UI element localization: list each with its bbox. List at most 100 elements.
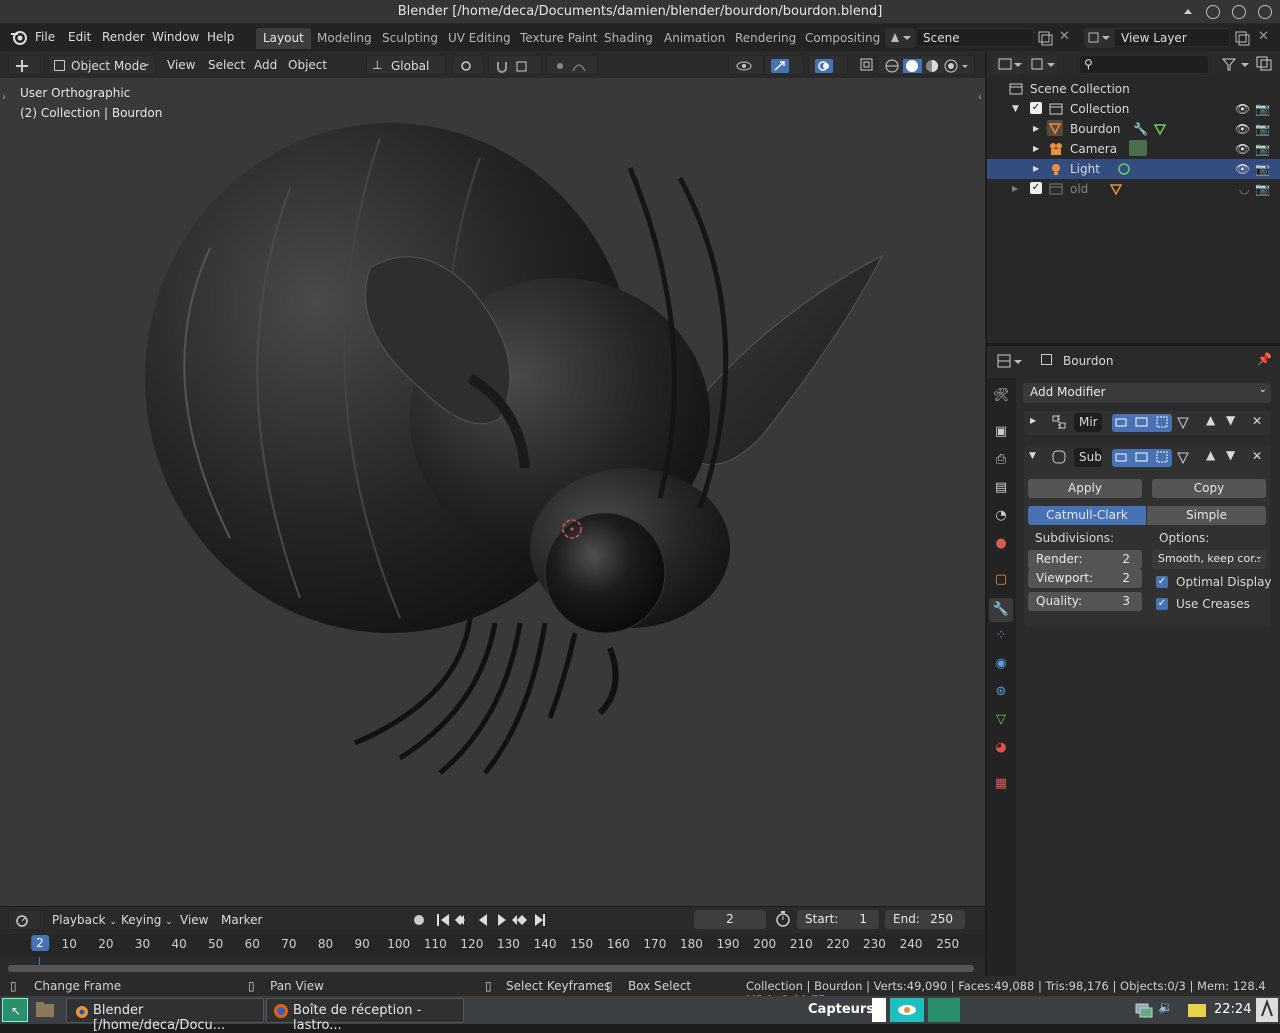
output-tab-icon[interactable]: ⎙ (993, 452, 1009, 468)
modifier-tab-icon[interactable]: 🔧 (989, 598, 1013, 622)
menu-render[interactable]: Render (102, 30, 145, 44)
task-blender[interactable]: Blender [/home/deca/Docu... (66, 998, 264, 1033)
network-icon[interactable] (1134, 1000, 1154, 1020)
menu-marker[interactable]: Marker (215, 910, 268, 930)
render-levels-field[interactable]: Render: 2 (1028, 550, 1142, 569)
new-view-layer-icon[interactable] (1234, 30, 1250, 49)
disclosure-open-icon[interactable]: ▼ (1012, 104, 1019, 114)
disclosure-closed-icon[interactable]: ▶ (1033, 144, 1039, 153)
close-button[interactable] (1258, 5, 1272, 19)
quality-field[interactable]: Quality: 3 (1028, 592, 1142, 611)
use-creases-checkbox[interactable]: ✓ (1156, 598, 1168, 610)
new-collection-icon[interactable] (1255, 55, 1273, 74)
constraints-tab-icon[interactable]: ⊛ (993, 684, 1009, 700)
capteurs-label[interactable]: Capteurs (808, 1002, 874, 1017)
record-icon[interactable] (409, 910, 429, 930)
start-frame-field[interactable]: Start: 1 (797, 910, 879, 929)
disclosure-closed-icon[interactable]: ▶ (1033, 124, 1039, 133)
view-layer-browse-icon[interactable] (1084, 28, 1114, 48)
menu-playback[interactable]: Playback ⌄ (46, 910, 123, 930)
outliner-row-scene-collection[interactable]: Scene Collection (987, 79, 1280, 99)
stopwatch-icon[interactable] (774, 910, 792, 931)
menu-view[interactable]: View (161, 55, 201, 75)
mesh-data-icon[interactable] (1153, 122, 1167, 139)
gizmo-toggle-icon[interactable] (764, 55, 804, 75)
move-down-icon[interactable]: ▼ (1226, 448, 1235, 462)
outliner-editor-type-icon[interactable] (994, 55, 1024, 74)
bumblebee-model[interactable] (0, 78, 985, 906)
restore-button[interactable] (1232, 5, 1246, 19)
copy-button[interactable]: Copy (1152, 479, 1266, 498)
overlays-toggle-icon[interactable] (808, 55, 848, 75)
tab-layout[interactable]: Layout (256, 28, 311, 49)
camera-render-icon[interactable]: 📷 (1255, 122, 1270, 136)
tab-animation[interactable]: Animation (657, 28, 732, 49)
mode-selector[interactable]: Object Mode ⌄ (48, 55, 156, 75)
properties-editor-type-icon[interactable] (994, 352, 1024, 371)
modifier-name-field[interactable]: Mir (1074, 413, 1102, 432)
transform-orientation[interactable]: ⊥ Global (366, 55, 446, 75)
world-tab-icon[interactable]: ● (993, 536, 1009, 552)
menu-add[interactable]: Add (248, 55, 283, 75)
collapse-modifier-icon[interactable]: ▼ (1029, 451, 1036, 461)
tool-tab-icon[interactable]: 🛠 (993, 388, 1010, 404)
menu-object[interactable]: Object (282, 55, 333, 75)
menu-select[interactable]: Select (202, 55, 251, 75)
notes-icon[interactable] (1186, 1000, 1208, 1020)
start-menu-button[interactable]: ↖ (2, 998, 28, 1022)
outliner-row-old[interactable]: ▶ ✓ old ◡ 📷 (987, 179, 1280, 199)
modifier-name-field[interactable]: Sub (1074, 448, 1102, 467)
menu-keying[interactable]: Keying ⌄ (115, 910, 179, 930)
timeline-editor-type-icon[interactable] (8, 910, 41, 930)
view-layer-field[interactable]: View Layer (1114, 28, 1230, 47)
menu-file[interactable]: File (35, 30, 55, 44)
tab-uv-editing[interactable]: UV Editing (441, 28, 518, 49)
scene-browse-icon[interactable] (885, 28, 915, 48)
physics-tab-icon[interactable]: ◉ (993, 656, 1009, 672)
camera-render-icon[interactable]: 📷 (1255, 142, 1270, 156)
camera-render-icon[interactable]: 📷 (1255, 182, 1270, 196)
add-modifier-dropdown[interactable]: Add Modifier ⌄ (1023, 383, 1271, 403)
proportional-edit-icon[interactable] (546, 55, 598, 75)
xray-toggle-icon[interactable] (854, 55, 874, 75)
camera-data-icon[interactable] (1129, 140, 1147, 156)
render-tab-icon[interactable]: ▣ (993, 424, 1009, 440)
display-mode-icon[interactable] (1027, 55, 1057, 74)
camera-render-icon[interactable]: 📷 (1255, 162, 1270, 176)
move-up-icon[interactable]: ▲ (1206, 448, 1215, 462)
disclosure-closed-icon[interactable]: ▶ (1033, 164, 1039, 173)
tab-rendering[interactable]: Rendering (728, 28, 803, 49)
power-icon[interactable] (1256, 998, 1278, 1022)
file-manager-icon[interactable] (34, 999, 56, 1021)
eye-icon[interactable]: 👁 (1235, 142, 1250, 156)
tab-modeling[interactable]: Modeling (310, 28, 379, 49)
editor-type-icon[interactable] (8, 55, 41, 75)
end-frame-field[interactable]: End: 250 (885, 910, 965, 929)
new-scene-icon[interactable] (1037, 30, 1053, 49)
outliner-row-light[interactable]: ▶ Light 👁 📷 (987, 159, 1280, 179)
outliner-row-camera[interactable]: ▶ Camera 👁 📷 (987, 139, 1280, 159)
outliner-row-collection[interactable]: ▼ ✓ Collection 👁 📷 (987, 99, 1280, 119)
task-thunderbird[interactable]: Boîte de réception - lastro... (266, 998, 464, 1033)
delete-scene-icon[interactable]: ✕ (1059, 29, 1070, 44)
volume-icon[interactable]: 🔉 (1158, 1000, 1178, 1020)
modifier-wrench-icon[interactable]: 🔧 (1133, 122, 1148, 136)
menu-window[interactable]: Window (152, 30, 199, 44)
viewport-levels-field[interactable]: Viewport: 2 (1028, 569, 1142, 588)
object-tab-icon[interactable]: ▢ (993, 572, 1009, 588)
move-down-icon[interactable]: ▼ (1226, 413, 1235, 427)
view-layer-tab-icon[interactable]: ▤ (993, 480, 1009, 496)
3d-viewport[interactable]: User Orthographic (2) Collection | Bourd… (0, 78, 985, 906)
timeline-scrollbar[interactable] (8, 965, 974, 972)
eye-icon[interactable]: 👁 (1235, 102, 1250, 116)
apply-button[interactable]: Apply (1028, 479, 1142, 498)
eye-icon[interactable]: 👁 (1235, 122, 1250, 136)
camera-render-icon[interactable]: 📷 (1255, 102, 1270, 116)
filter-icon[interactable] (1219, 55, 1251, 74)
optimal-display-checkbox[interactable]: ✓ (1156, 576, 1168, 588)
exclude-checkbox[interactable]: ✓ (1030, 102, 1042, 114)
delete-view-layer-icon[interactable]: ✕ (1258, 29, 1269, 44)
tab-compositing[interactable]: Compositing (798, 28, 887, 49)
uv-smooth-dropdown[interactable]: Smooth, keep cor.. ⌄ (1152, 550, 1266, 569)
menu-timeline-view[interactable]: View (174, 910, 214, 930)
